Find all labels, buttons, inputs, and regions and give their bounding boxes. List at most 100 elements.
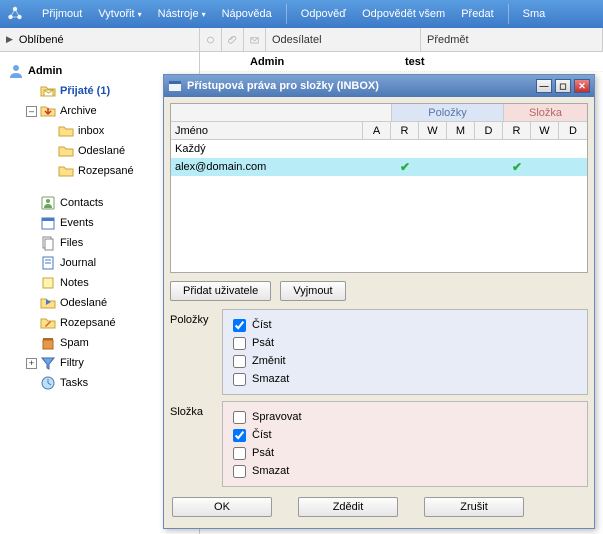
menu-reply-all[interactable]: Odpovědět všem — [354, 4, 453, 24]
grid-col-items-r[interactable]: R — [391, 122, 419, 139]
grid-col-folder-w[interactable]: W — [531, 122, 559, 139]
check-icon: ✔ — [400, 160, 410, 174]
tree-label: Filtry — [60, 357, 84, 369]
expand-icon[interactable]: + — [26, 358, 37, 369]
grid-group-items: Položky — [391, 104, 503, 122]
minimize-button[interactable]: — — [536, 79, 552, 93]
perm-label: Psát — [252, 447, 274, 459]
app-logo — [6, 5, 24, 23]
dialog-title: Přístupová práva pro složky (INBOX) — [187, 80, 533, 92]
menu-create[interactable]: Vytvořit▾ — [90, 4, 149, 24]
col-attachment[interactable] — [222, 28, 244, 51]
favorites-header[interactable]: ▶ Oblíbené — [0, 28, 200, 51]
folder-label: Složka — [170, 401, 222, 487]
menu-help[interactable]: Nápověda — [214, 4, 280, 24]
user-icon — [8, 63, 24, 79]
folder-admin-row[interactable]: Spravovat — [233, 408, 577, 426]
folder-admin-checkbox[interactable] — [233, 411, 246, 424]
col-flag[interactable] — [200, 28, 222, 51]
dialog-titlebar[interactable]: Přístupová práva pro složky (INBOX) — ◻ … — [164, 75, 594, 97]
remove-button[interactable]: Vyjmout — [280, 281, 345, 301]
grid-header-spacer — [171, 104, 391, 122]
perm-label: Spravovat — [252, 411, 302, 423]
drafts-icon — [40, 315, 56, 331]
items-permissions: Položky Číst Psát Změnit Smazat — [170, 309, 588, 395]
menu-separator — [286, 4, 287, 24]
menu-delete[interactable]: Sma — [515, 4, 554, 24]
col-subject[interactable]: Předmět — [421, 28, 603, 51]
calendar-icon — [40, 215, 56, 231]
items-write-row[interactable]: Psát — [233, 334, 577, 352]
grid-col-items-m[interactable]: M — [447, 122, 475, 139]
items-read-row[interactable]: Číst — [233, 316, 577, 334]
grid-col-items-d[interactable]: D — [475, 122, 503, 139]
envelope-icon — [250, 34, 259, 46]
folder-write-row[interactable]: Psát — [233, 444, 577, 462]
tree-label: Rozepsané — [60, 317, 116, 329]
ok-button[interactable]: OK — [172, 497, 272, 517]
grid-col-items-w[interactable]: W — [419, 122, 447, 139]
tree-label: Odeslané — [60, 297, 107, 309]
contacts-icon — [40, 195, 56, 211]
close-button[interactable]: ✕ — [574, 79, 590, 93]
tree-label: Tasks — [60, 377, 88, 389]
files-icon — [40, 235, 56, 251]
message-row[interactable]: Admin test — [200, 52, 603, 72]
items-label: Položky — [170, 309, 222, 395]
grid-cell: ✔ — [503, 160, 531, 174]
menu-tools[interactable]: Nástroje▾ — [150, 4, 214, 24]
grid-row[interactable]: Každý — [171, 140, 587, 158]
items-modify-row[interactable]: Změnit — [233, 352, 577, 370]
perm-label: Psát — [252, 337, 274, 349]
journal-icon — [40, 255, 56, 271]
tree-label: Archive — [60, 105, 97, 117]
add-user-button[interactable]: Přidat uživatele — [170, 281, 271, 301]
grid-col-name[interactable]: Jméno — [171, 122, 363, 139]
items-delete-checkbox[interactable] — [233, 373, 246, 386]
column-header-bar: ▶ Oblíbené Odesílatel Předmět — [0, 28, 603, 52]
folder-icon — [58, 163, 74, 179]
menu-forward[interactable]: Předat — [453, 4, 501, 24]
menu-tools-label: Nástroje — [158, 8, 199, 20]
chevron-down-icon: ▾ — [138, 10, 142, 19]
col-read[interactable] — [244, 28, 266, 51]
items-modify-checkbox[interactable] — [233, 355, 246, 368]
tree-spacer — [26, 86, 37, 97]
items-read-checkbox[interactable] — [233, 319, 246, 332]
filter-icon — [40, 355, 56, 371]
tree-label: Odeslané — [78, 145, 125, 157]
grid-group-folder: Složka — [503, 104, 587, 122]
menu-accept[interactable]: Přijmout — [34, 4, 90, 24]
perm-label: Číst — [252, 429, 272, 441]
folder-read-checkbox[interactable] — [233, 429, 246, 442]
folder-open-mail-icon — [40, 83, 56, 99]
grid-col-folder-d[interactable]: D — [559, 122, 587, 139]
folder-write-checkbox[interactable] — [233, 447, 246, 460]
folder-delete-row[interactable]: Smazat — [233, 462, 577, 480]
grid-col-a[interactable]: A — [363, 122, 391, 139]
items-write-checkbox[interactable] — [233, 337, 246, 350]
chevron-down-icon: ▾ — [202, 10, 206, 19]
folder-read-row[interactable]: Číst — [233, 426, 577, 444]
collapse-icon[interactable]: – — [26, 106, 37, 117]
perm-label: Smazat — [252, 465, 289, 477]
grid-col-folder-r[interactable]: R — [503, 122, 531, 139]
grid-row[interactable]: alex@domain.com ✔ ✔ — [171, 158, 587, 176]
items-delete-row[interactable]: Smazat — [233, 370, 577, 388]
tree-label: Přijaté (1) — [60, 85, 110, 97]
folder-icon — [58, 123, 74, 139]
perm-label: Číst — [252, 319, 272, 331]
inherit-button[interactable]: Zdědit — [298, 497, 398, 517]
tree-label: Spam — [60, 337, 89, 349]
notes-icon — [40, 275, 56, 291]
tree-label: inbox — [78, 125, 104, 137]
tree-label: Notes — [60, 277, 89, 289]
grid-cell-name: alex@domain.com — [171, 161, 363, 173]
cancel-button[interactable]: Zrušit — [424, 497, 524, 517]
flag-icon — [206, 34, 215, 46]
maximize-button[interactable]: ◻ — [555, 79, 571, 93]
col-sender[interactable]: Odesílatel — [266, 28, 421, 51]
menu-reply[interactable]: Odpověď — [293, 4, 354, 24]
folder-delete-checkbox[interactable] — [233, 465, 246, 478]
message-sender: Admin — [244, 56, 399, 68]
